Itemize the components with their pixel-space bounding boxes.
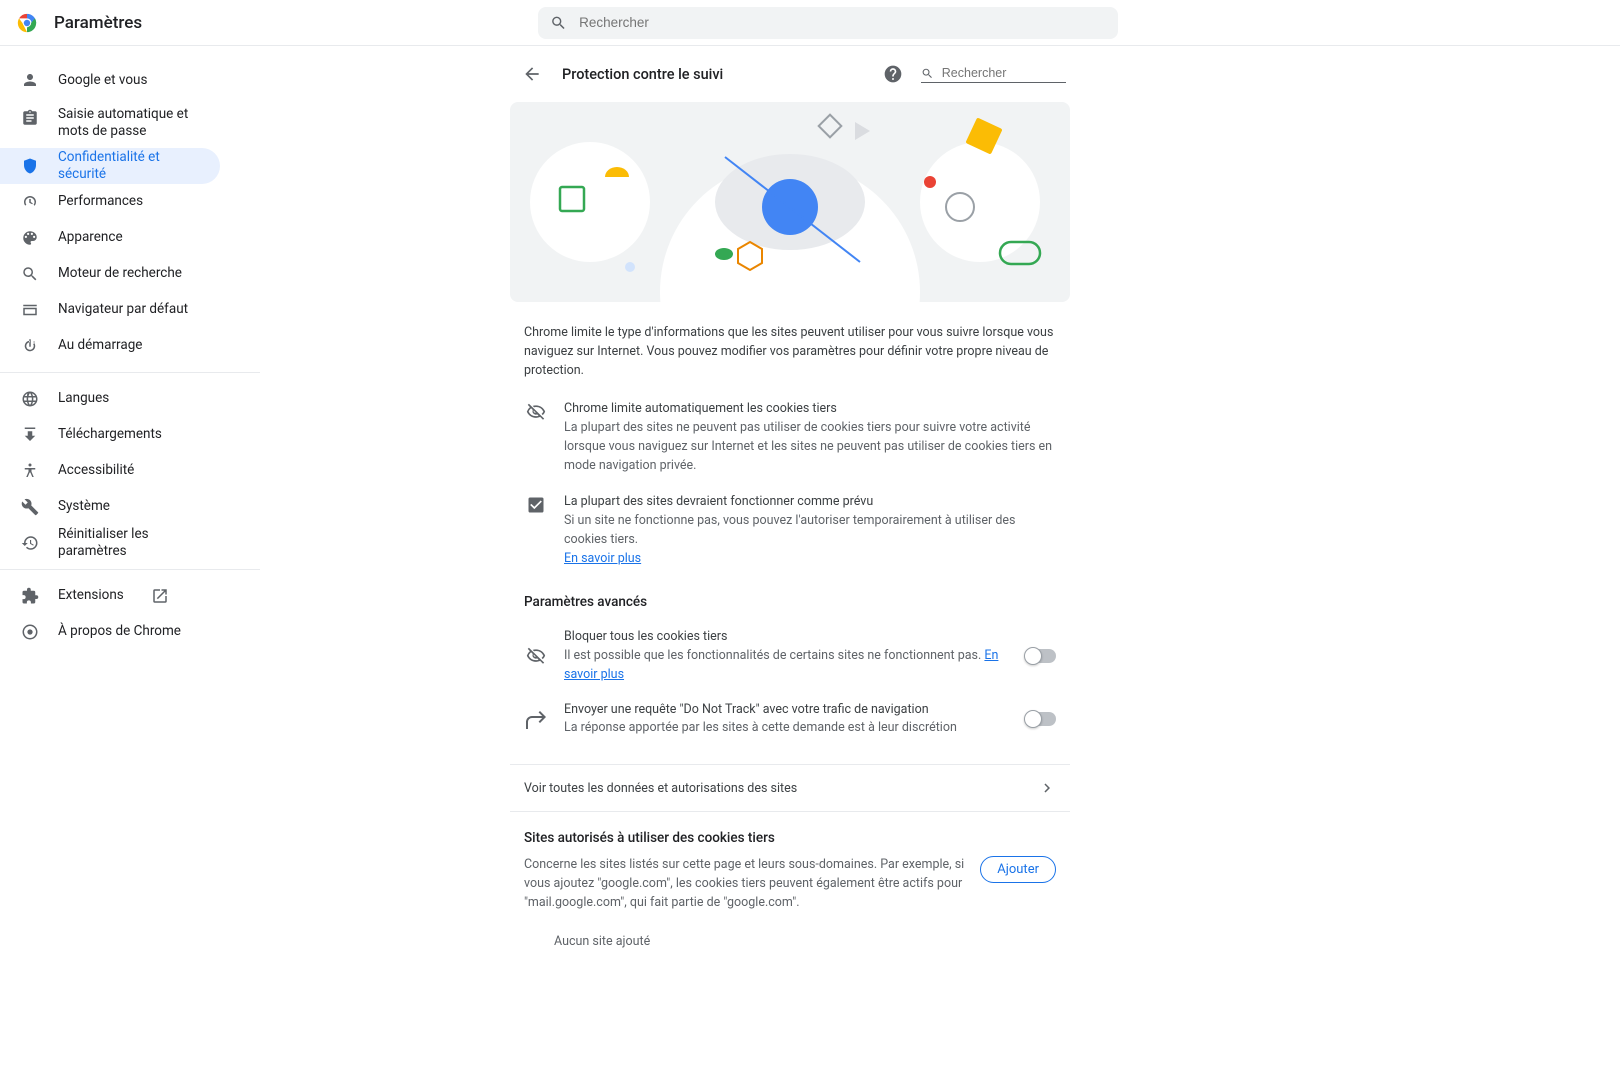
allowed-sites-title: Sites autorisés à utiliser des cookies t… xyxy=(524,830,1056,846)
sidebar: Google et vous Saisie automatique et mot… xyxy=(0,46,260,1080)
power-icon xyxy=(20,336,40,356)
sidebar-item-downloads[interactable]: Téléchargements xyxy=(0,417,220,453)
add-site-button[interactable]: Ajouter xyxy=(980,856,1056,883)
hero-illustration xyxy=(510,102,1070,302)
chrome-icon xyxy=(20,622,40,642)
sidebar-separator xyxy=(0,372,260,373)
shield-icon xyxy=(20,156,40,176)
sidebar-item-privacy[interactable]: Confidentialité et sécurité xyxy=(0,148,220,184)
sidebar-item-appearance[interactable]: Apparence xyxy=(0,220,220,256)
sidebar-item-system[interactable]: Système xyxy=(0,489,220,525)
sidebar-item-reset[interactable]: Réinitialiser les paramètres xyxy=(0,525,220,561)
restore-icon xyxy=(20,533,40,553)
toggle-do-not-track: Envoyer une requête "Do Not Track" avec … xyxy=(510,693,1070,747)
forward-icon xyxy=(524,709,548,729)
sidebar-item-performance[interactable]: Performances xyxy=(0,184,220,220)
sidebar-item-extensions[interactable]: Extensions xyxy=(0,578,220,614)
browser-icon xyxy=(20,300,40,320)
globe-icon xyxy=(20,389,40,409)
top-search-input[interactable] xyxy=(579,15,1106,30)
panel-search[interactable] xyxy=(921,66,1066,83)
search-icon xyxy=(550,14,567,32)
chrome-logo-icon xyxy=(16,12,38,34)
intro-text: Chrome limite le type d'informations que… xyxy=(510,324,1070,394)
panel-title: Protection contre le suivi xyxy=(562,66,865,83)
search-icon xyxy=(921,66,934,81)
checkbox-icon xyxy=(524,493,548,568)
open-external-icon xyxy=(150,586,170,606)
sidebar-item-about[interactable]: À propos de Chrome xyxy=(0,614,220,650)
sidebar-item-accessibility[interactable]: Accessibilité xyxy=(0,453,220,489)
info-sites-work: La plupart des sites devraient fonctionn… xyxy=(510,487,1070,580)
search-icon xyxy=(20,264,40,284)
back-button[interactable] xyxy=(514,56,550,92)
eye-off-icon xyxy=(524,646,548,666)
block-cookies-switch[interactable] xyxy=(1026,649,1056,663)
allowed-sites-desc: Concerne les sites listés sur cette page… xyxy=(524,856,964,912)
chevron-right-icon xyxy=(1038,779,1056,797)
sidebar-item-startup[interactable]: Au démarrage xyxy=(0,328,220,364)
sidebar-item-languages[interactable]: Langues xyxy=(0,381,220,417)
wrench-icon xyxy=(20,497,40,517)
help-button[interactable] xyxy=(877,58,909,90)
toggle-block-all-cookies: Bloquer tous les cookies tiers Il est po… xyxy=(510,620,1070,692)
eye-off-icon xyxy=(524,400,548,475)
panel-search-input[interactable] xyxy=(942,66,1062,80)
no-sites-text: Aucun site ajouté xyxy=(524,912,1056,971)
extension-icon xyxy=(20,586,40,606)
accessibility-icon xyxy=(20,461,40,481)
site-data-link[interactable]: Voir toutes les données et autorisations… xyxy=(510,764,1070,812)
app-title: Paramètres xyxy=(54,13,142,33)
sidebar-item-search-engine[interactable]: Moteur de recherche xyxy=(0,256,220,292)
sidebar-item-autofill[interactable]: Saisie automatique et mots de passe xyxy=(0,98,220,148)
learn-more-link[interactable]: En savoir plus xyxy=(564,551,641,566)
info-cookies-limited: Chrome limite automatiquement les cookie… xyxy=(510,394,1070,487)
download-icon xyxy=(20,425,40,445)
person-icon xyxy=(20,70,40,90)
palette-icon xyxy=(20,228,40,248)
sidebar-item-default-browser[interactable]: Navigateur par défaut xyxy=(0,292,220,328)
speed-icon xyxy=(20,192,40,212)
sidebar-item-google[interactable]: Google et vous xyxy=(0,62,220,98)
assignment-icon xyxy=(20,108,40,128)
sidebar-separator xyxy=(0,569,260,570)
top-search[interactable] xyxy=(538,7,1118,39)
dnt-switch[interactable] xyxy=(1026,712,1056,726)
advanced-settings-title: Paramètres avancés xyxy=(510,580,1070,620)
